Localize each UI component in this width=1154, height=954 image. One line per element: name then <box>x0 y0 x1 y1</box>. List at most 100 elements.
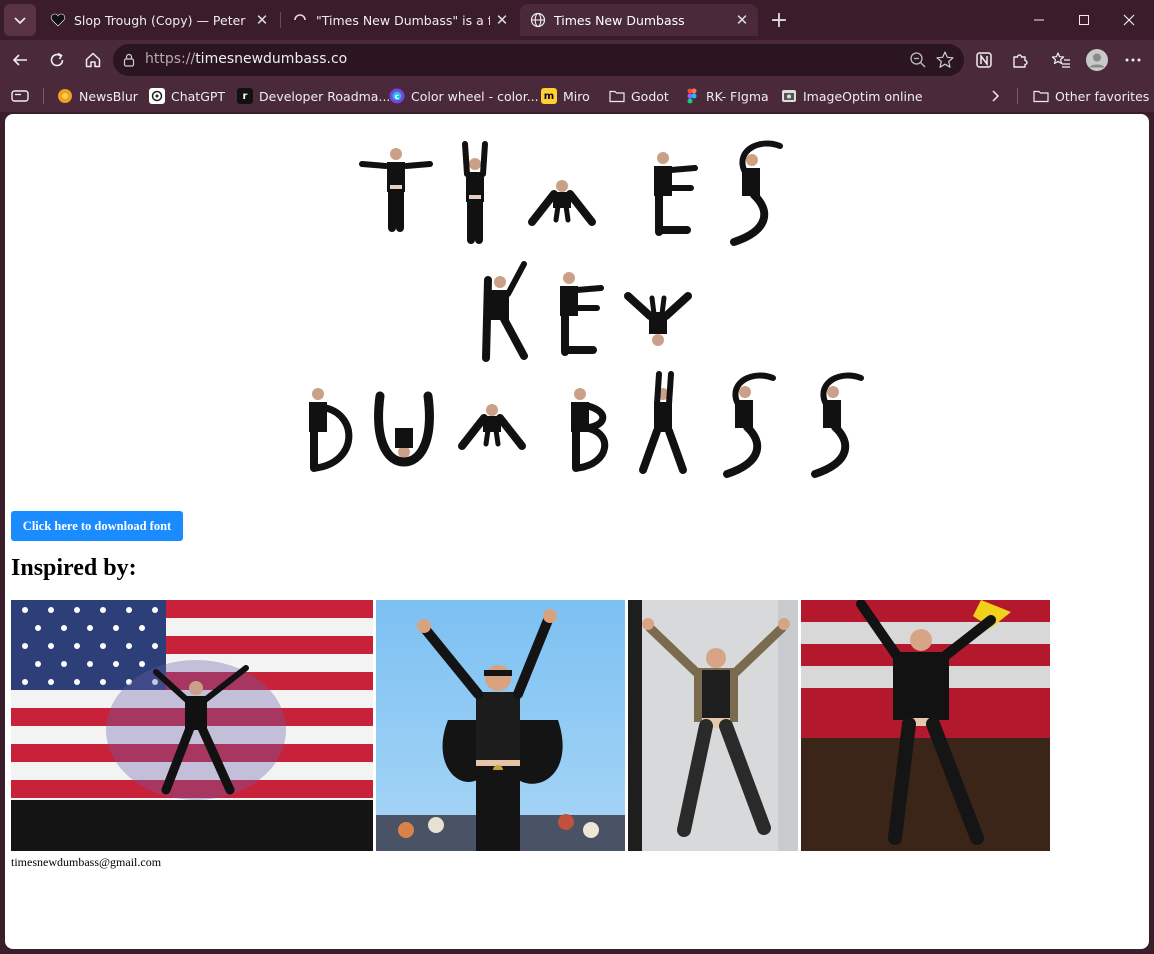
logo-letter-u <box>379 396 430 462</box>
tab-slop-trough[interactable]: Slop Trough (Copy) — Peter Henni ✕ <box>40 4 278 36</box>
logo-letter-s <box>815 375 861 474</box>
color-wheel-icon: c <box>389 88 405 104</box>
notion-extension-button[interactable] <box>968 44 1000 76</box>
profile-button[interactable] <box>1081 44 1113 76</box>
roadmap-icon: r <box>237 88 253 104</box>
bookmark-label: ChatGPT <box>171 88 226 104</box>
bookmark-label: RK- FIgma <box>706 88 769 104</box>
plus-icon: + <box>769 7 789 33</box>
tab-title: Times New Dumbass <box>554 12 685 28</box>
refresh-icon <box>50 52 64 67</box>
new-tab-button[interactable]: + <box>764 6 794 34</box>
close-window-button[interactable] <box>1106 0 1152 40</box>
bookmark-divider <box>1017 88 1018 104</box>
bookmark-label: ImageOptim online <box>803 88 923 104</box>
back-button[interactable] <box>4 44 36 76</box>
tab-title: "Times New Dumbass" is a font ins <box>316 12 490 28</box>
bookmark-label: Color wheel - color... <box>411 88 539 104</box>
flag-jump-photo[interactable] <box>11 600 373 851</box>
address-bar[interactable]: https://timesnewdumbass.co <box>113 44 964 76</box>
other-favorites-label: Other favorites <box>1055 88 1150 104</box>
chevron-down-icon <box>14 17 26 25</box>
other-favorites-folder[interactable]: Other favorites <box>1033 86 1149 106</box>
logo-letter-s <box>727 375 773 474</box>
chevron-right-icon <box>992 90 1000 102</box>
bookmark-divider <box>43 88 44 104</box>
logo-letter-a <box>643 374 683 470</box>
avatar <box>1086 49 1108 71</box>
bookmark-miro[interactable]: m Miro <box>541 86 590 106</box>
stage-x-jump-photo[interactable] <box>628 600 798 851</box>
bookmark-label: Miro <box>563 88 590 104</box>
bookmark-developer-roadmap[interactable]: r Developer Roadma... <box>237 86 390 106</box>
favorite-star-icon[interactable] <box>935 50 955 70</box>
tab-actions-menu-button[interactable] <box>4 4 36 36</box>
logo-letter-s <box>734 143 780 242</box>
close-tab-icon[interactable]: ✕ <box>730 8 754 32</box>
tab-article[interactable]: "Times New Dumbass" is a font ins ✕ <box>282 4 518 36</box>
close-icon <box>1123 14 1135 26</box>
maximize-button[interactable] <box>1061 0 1107 40</box>
bookmark-label: Developer Roadma... <box>259 88 391 104</box>
inspired-by-heading: Inspired by: <box>11 555 137 581</box>
close-tab-icon[interactable]: ✕ <box>250 8 274 32</box>
logo-letter-i <box>465 144 485 240</box>
url-host: timesnewdumbass.co <box>195 51 348 67</box>
folder-icon <box>609 88 625 104</box>
logo-letter-t <box>362 148 430 228</box>
lock-icon[interactable] <box>121 52 137 68</box>
download-font-button[interactable]: Click here to download font <box>11 511 183 541</box>
favorites-list-icon <box>1051 52 1070 68</box>
heart-icon <box>50 12 66 28</box>
folder-icon <box>1033 88 1049 104</box>
logo-letter-w <box>628 296 688 346</box>
bookmark-chatgpt[interactable]: ChatGPT <box>149 86 225 106</box>
tab-strip: Slop Trough (Copy) — Peter Henni ✕ "Time… <box>0 0 1154 40</box>
extensions-button[interactable] <box>1004 44 1036 76</box>
contact-email: timesnewdumbass@gmail.com <box>11 855 162 869</box>
minimize-icon <box>1034 19 1044 21</box>
logo-letter-d <box>309 388 349 468</box>
bookmark-imageoptim[interactable]: ImageOptim online <box>781 86 923 106</box>
sky-jump-photo[interactable] <box>376 600 625 851</box>
zoom-out-icon[interactable] <box>909 51 927 69</box>
logo-letter-n <box>486 264 524 358</box>
imageoptim-icon <box>781 88 797 104</box>
navigation-toolbar: https://timesnewdumbass.co <box>0 40 1154 80</box>
loading-icon <box>292 12 308 28</box>
bookmark-label: NewsBlur <box>79 88 138 104</box>
refresh-button[interactable] <box>41 44 73 76</box>
tab-sidebar-icon <box>11 90 29 102</box>
more-dots-icon <box>1125 58 1141 62</box>
bookmark-newsblur[interactable]: NewsBlur <box>57 86 138 106</box>
logo-letter-m <box>532 180 592 222</box>
bookmarks-bar: NewsBlur ChatGPT r Developer Roadma... c… <box>0 80 1154 112</box>
figma-icon <box>684 88 700 104</box>
bookmark-figma[interactable]: RK- FIgma <box>684 86 769 106</box>
maximize-icon <box>1079 15 1089 25</box>
logo-letter-e <box>654 152 695 232</box>
miro-icon: m <box>541 88 557 104</box>
svg-text:c: c <box>395 92 400 101</box>
bookmark-color-wheel[interactable]: c Color wheel - color... <box>389 86 539 106</box>
globe-icon <box>530 12 546 28</box>
newsblur-icon <box>57 88 73 104</box>
chatgpt-icon <box>149 88 165 104</box>
settings-menu-button[interactable] <box>1117 44 1149 76</box>
bookmark-label: Godot <box>631 88 669 104</box>
notion-icon <box>976 52 992 68</box>
favorites-button[interactable] <box>1045 44 1077 76</box>
rally-jump-photo[interactable] <box>801 600 1050 851</box>
close-tab-icon[interactable]: ✕ <box>490 8 514 32</box>
tab-divider <box>280 12 281 28</box>
logo-letter-m <box>462 404 522 446</box>
bookmarks-overflow-button[interactable] <box>988 86 1002 106</box>
sidebar-toggle-button[interactable] <box>10 86 30 106</box>
url-text[interactable]: https://timesnewdumbass.co <box>145 51 347 67</box>
tab-times-new-dumbass[interactable]: Times New Dumbass ✕ <box>520 4 758 36</box>
tab-title: Slop Trough (Copy) — Peter Henni <box>74 12 250 28</box>
bookmark-godot[interactable]: Godot <box>609 86 669 106</box>
times-new-dumbass-logo <box>5 114 1149 494</box>
home-button[interactable] <box>77 44 109 76</box>
minimize-button[interactable] <box>1016 0 1062 40</box>
